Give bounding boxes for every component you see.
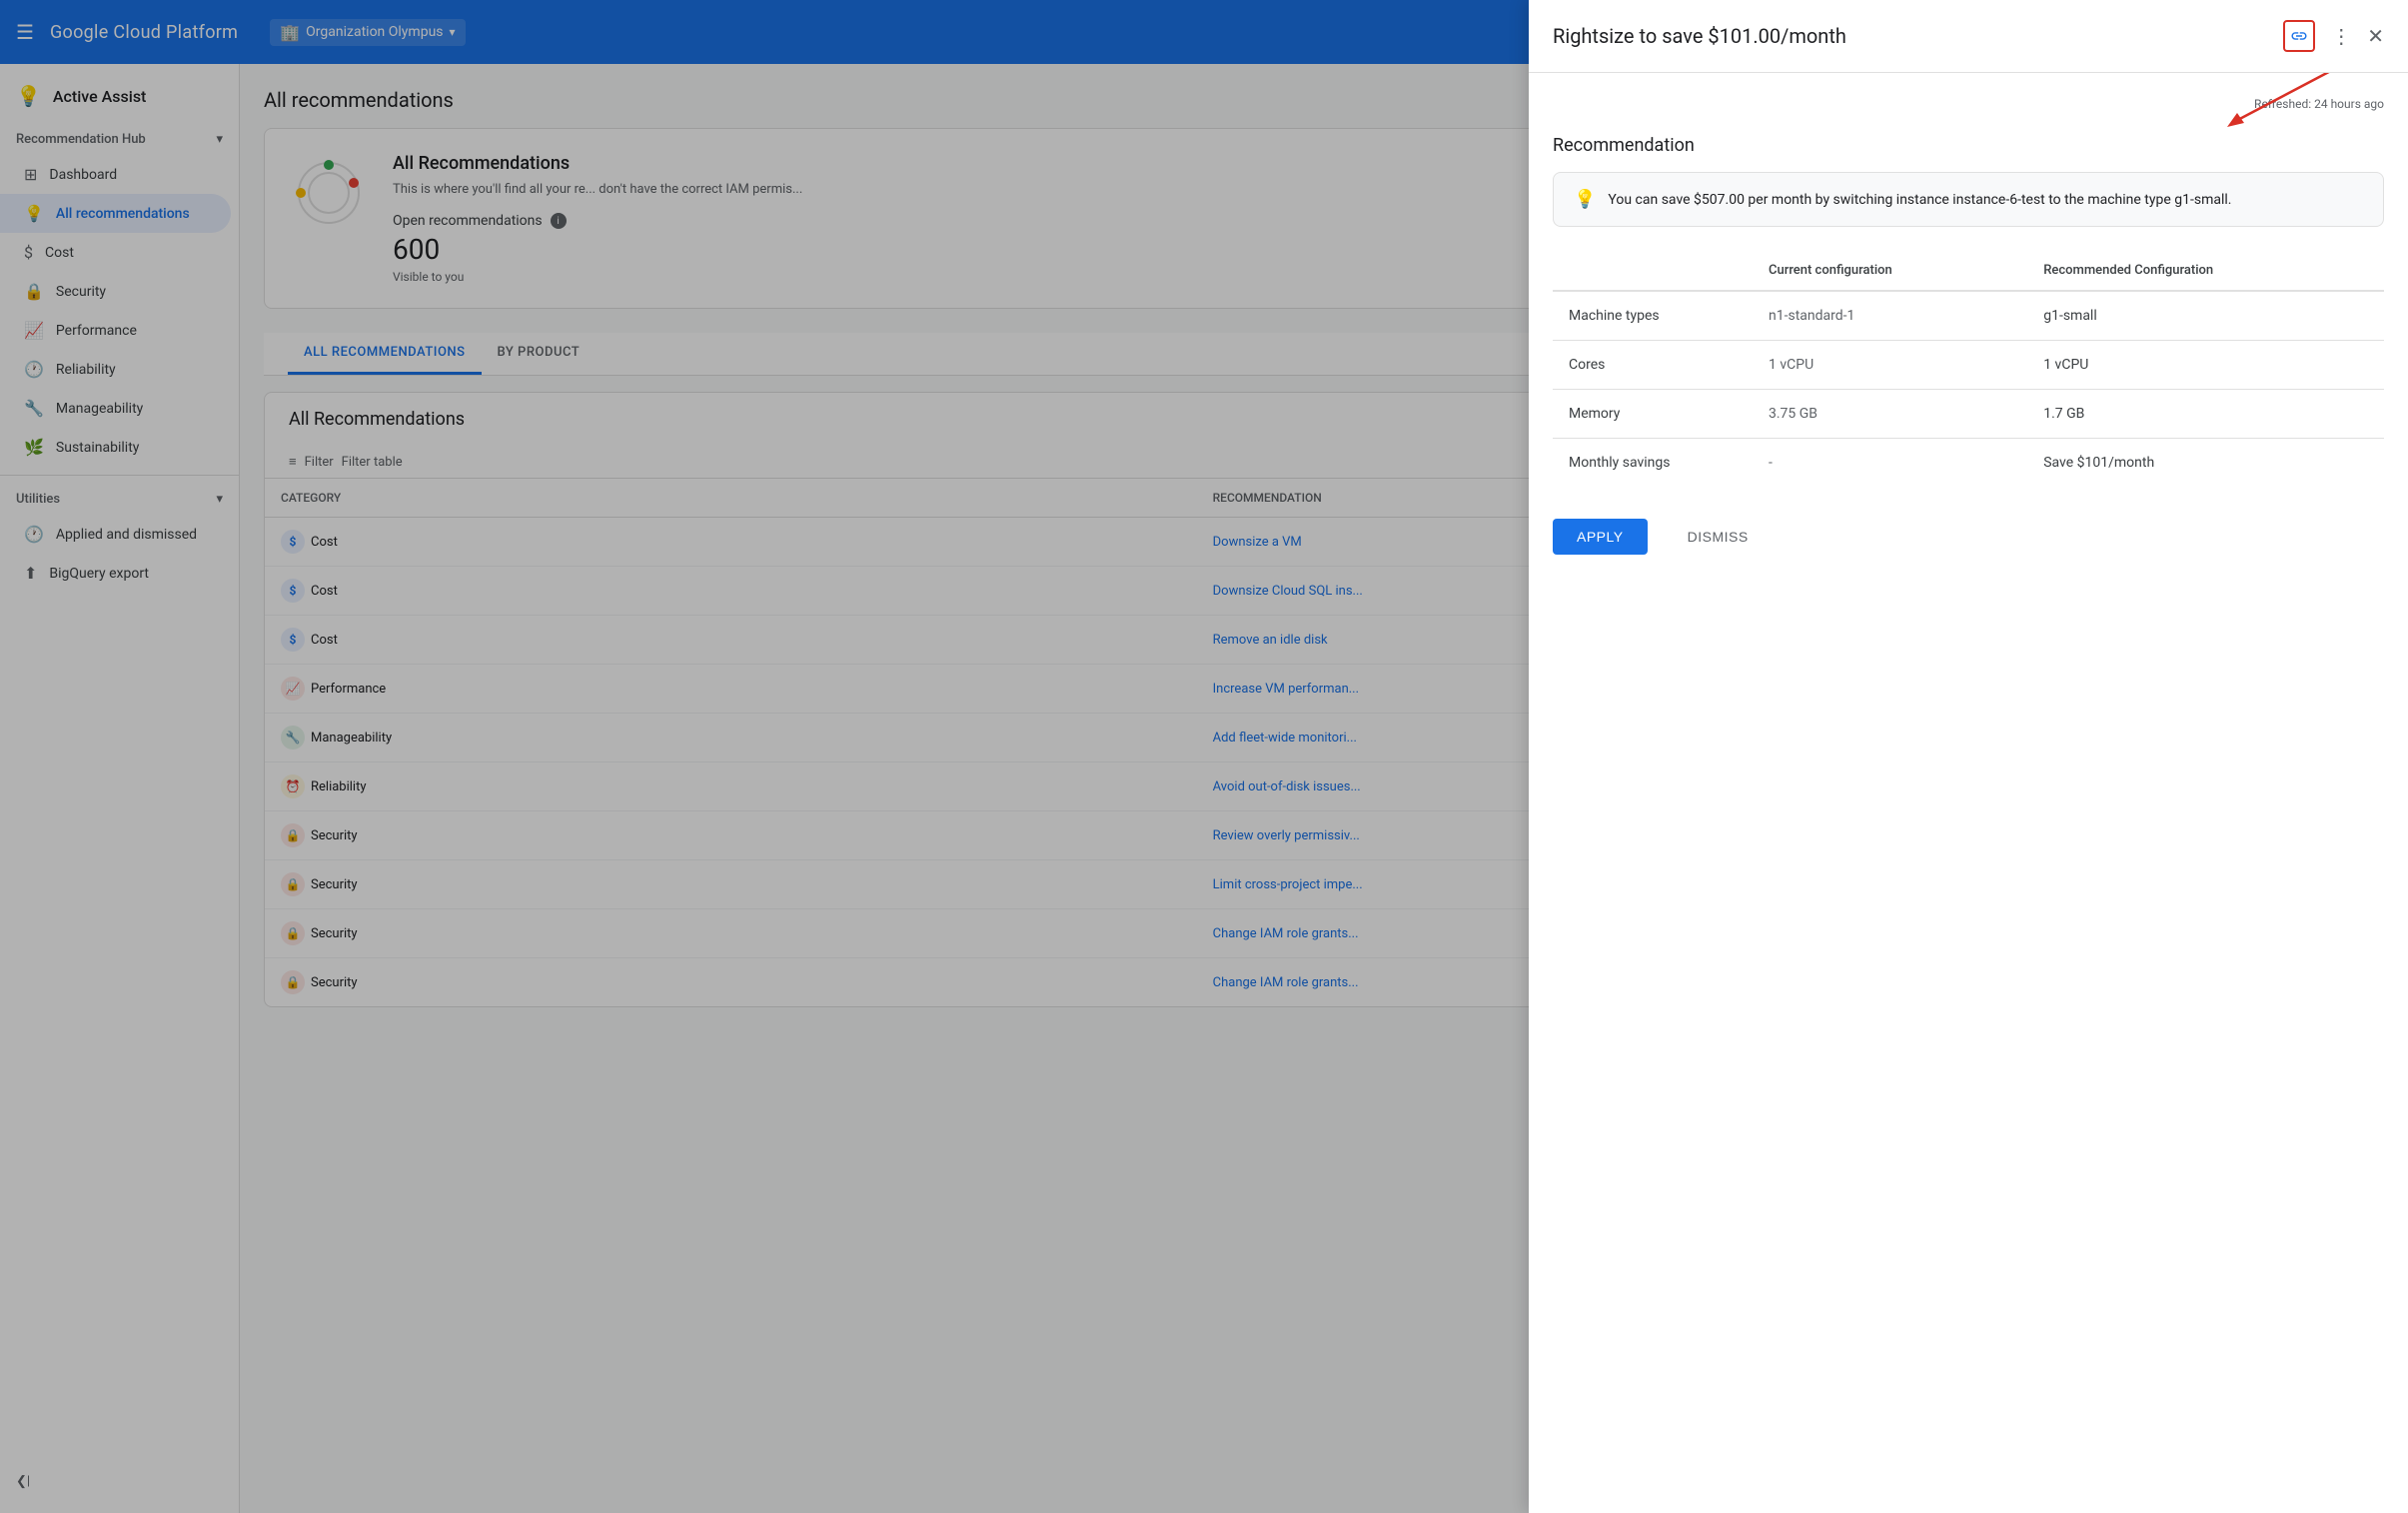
- savings-text: You can save $507.00 per month by switch…: [1608, 192, 2231, 208]
- savings-banner: 💡 You can save $507.00 per month by swit…: [1553, 172, 2384, 227]
- config-row: Machine types n1-standard-1 g1-small: [1553, 291, 2384, 341]
- config-row-recommended: g1-small: [2027, 291, 2384, 341]
- config-col-current: Current configuration: [1753, 251, 2027, 291]
- detail-panel-actions: ⋮ ✕: [2283, 20, 2384, 52]
- config-col-recommended: Recommended Configuration: [2027, 251, 2384, 291]
- detail-panel-header: Rightsize to save $101.00/month ⋮ ✕: [1529, 0, 2408, 73]
- config-row-label: Machine types: [1553, 291, 1753, 341]
- config-row-label: Monthly savings: [1553, 439, 1753, 488]
- config-row: Cores 1 vCPU 1 vCPU: [1553, 341, 2384, 390]
- detail-panel: Rightsize to save $101.00/month ⋮ ✕ Refr…: [1529, 0, 2408, 1513]
- savings-bulb-icon: 💡: [1574, 189, 1596, 210]
- rec-section-title: Recommendation: [1553, 135, 2384, 156]
- config-table: Current configuration Recommended Config…: [1553, 251, 2384, 487]
- config-col-label: [1553, 251, 1753, 291]
- action-buttons: APPLY DISMISS: [1553, 519, 2384, 555]
- config-row-recommended: 1 vCPU: [2027, 341, 2384, 390]
- config-row: Memory 3.75 GB 1.7 GB: [1553, 390, 2384, 439]
- config-row-current: 1 vCPU: [1753, 341, 2027, 390]
- dismiss-button[interactable]: DISMISS: [1664, 519, 1773, 555]
- config-row-recommended: Save $101/month: [2027, 439, 2384, 488]
- close-panel-icon[interactable]: ✕: [2367, 24, 2384, 48]
- config-row-label: Memory: [1553, 390, 1753, 439]
- recommendation-section: Recommendation 💡 You can save $507.00 pe…: [1553, 135, 2384, 555]
- detail-panel-body: Refreshed: 24 hours ago Recommendation 💡…: [1529, 73, 2408, 579]
- more-options-icon[interactable]: ⋮: [2331, 24, 2351, 48]
- detail-link-icon-button[interactable]: [2283, 20, 2315, 52]
- config-row-current: n1-standard-1: [1753, 291, 2027, 341]
- config-row-recommended: 1.7 GB: [2027, 390, 2384, 439]
- detail-panel-title: Rightsize to save $101.00/month: [1553, 24, 1846, 48]
- config-row-current: 3.75 GB: [1753, 390, 2027, 439]
- apply-button[interactable]: APPLY: [1553, 519, 1648, 555]
- refreshed-text: Refreshed: 24 hours ago: [1553, 97, 2384, 111]
- config-row-label: Cores: [1553, 341, 1753, 390]
- config-row: Monthly savings - Save $101/month: [1553, 439, 2384, 488]
- config-row-current: -: [1753, 439, 2027, 488]
